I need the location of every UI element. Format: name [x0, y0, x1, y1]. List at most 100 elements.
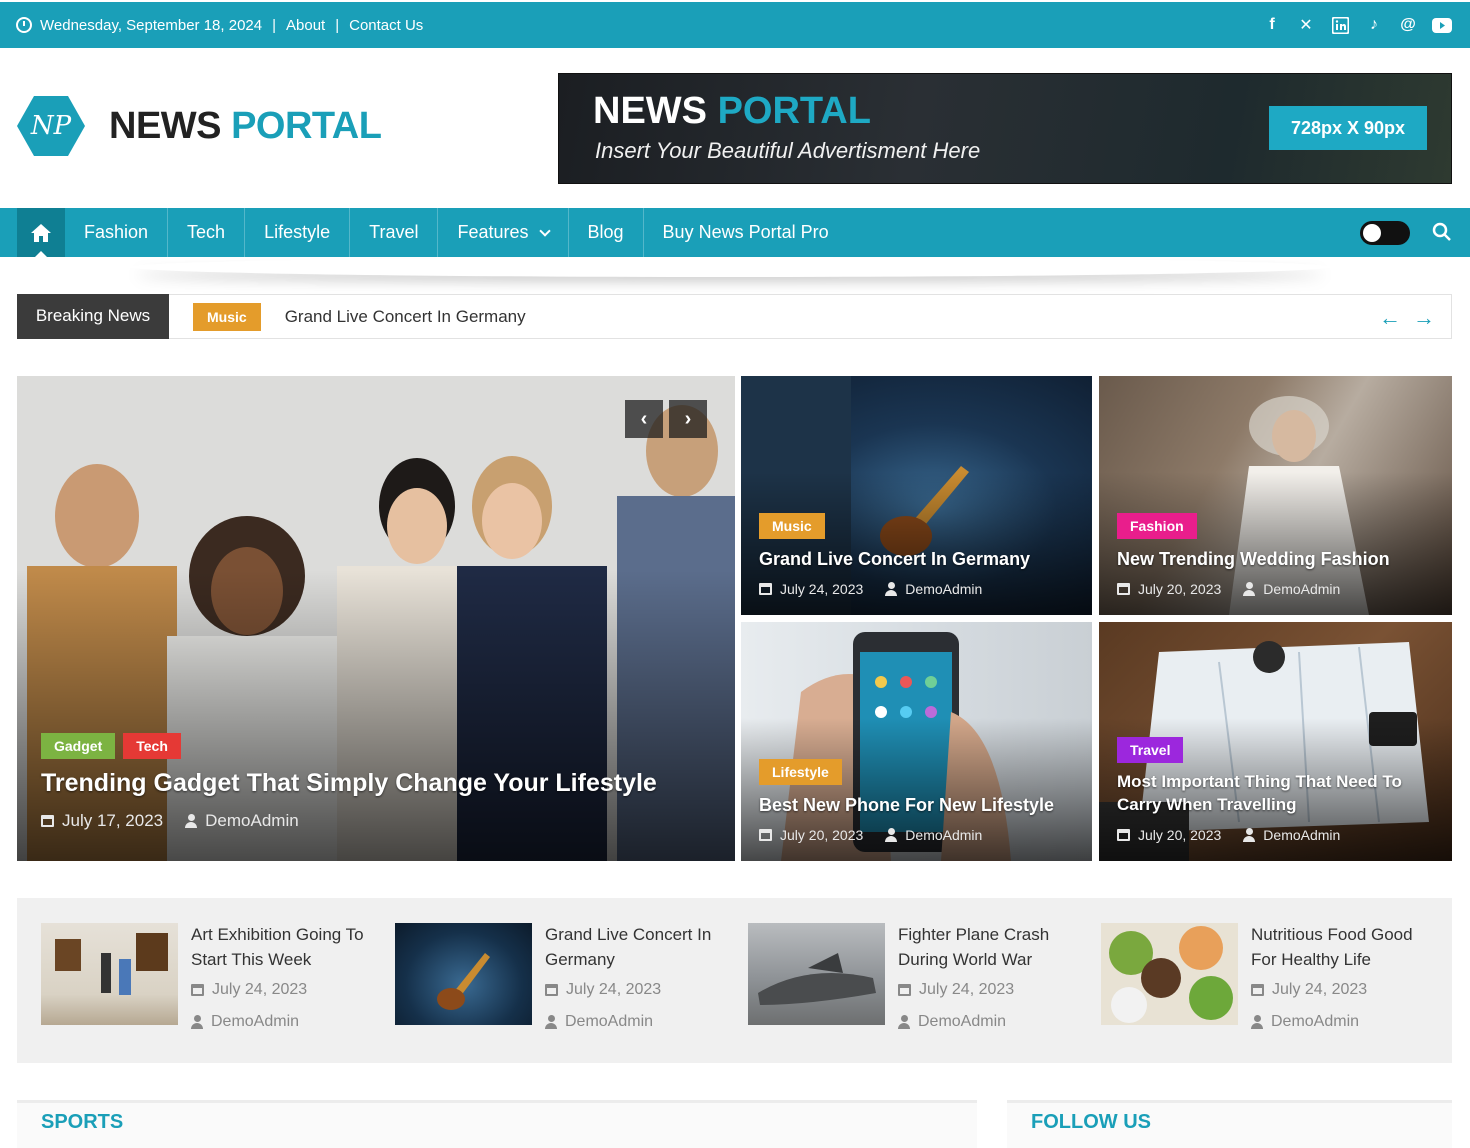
post-date: July 20, 2023 — [1138, 581, 1222, 597]
post-date: July 20, 2023 — [1138, 827, 1222, 843]
chevron-right-icon[interactable]: › — [669, 400, 707, 438]
nav-item-features[interactable]: Features — [438, 208, 569, 257]
social-links: f ✕ ♪ @ — [1262, 2, 1452, 48]
calendar-icon — [545, 984, 558, 996]
post-card[interactable]: Nutritious Food Good For Healthy Life Ju… — [1101, 923, 1431, 1033]
post-date: July 24, 2023 — [780, 581, 864, 597]
post-card[interactable]: Grand Live Concert In Germany July 24, 2… — [395, 923, 725, 1033]
tile-content: Lifestyle Best New Phone For New Lifesty… — [759, 758, 1078, 843]
post-author[interactable]: DemoAdmin — [1263, 827, 1340, 843]
ad-title: NEWS PORTAL — [593, 90, 871, 133]
post-author[interactable]: DemoAdmin — [1263, 581, 1340, 597]
post-author[interactable]: DemoAdmin — [205, 811, 299, 831]
featured-tile-travel[interactable]: Travel Most Important Thing That Need To… — [1099, 622, 1452, 861]
logo-text: NEWS PORTAL — [109, 104, 382, 148]
ad-word-2: PORTAL — [717, 90, 871, 132]
calendar-icon — [1117, 829, 1130, 841]
post-thumbnail[interactable] — [748, 923, 885, 1025]
post-title[interactable]: Grand Live Concert In Germany — [759, 547, 1078, 571]
calendar-icon — [41, 815, 54, 827]
nav-item-lifestyle[interactable]: Lifestyle — [245, 208, 351, 257]
sports-section-header: SPORTS — [17, 1100, 977, 1148]
ad-banner[interactable]: NEWS PORTAL Insert Your Beautiful Advert… — [558, 73, 1452, 184]
post-title[interactable]: Trending Gadget That Simply Change Your … — [41, 767, 721, 801]
post-author[interactable]: DemoAdmin — [211, 1013, 299, 1031]
post-title[interactable]: Most Important Thing That Need To Carry … — [1117, 771, 1438, 817]
section-title-sports[interactable]: SPORTS — [41, 1111, 123, 1134]
calendar-icon — [1117, 583, 1130, 595]
featured-main-content: Gadget Tech Trending Gadget That Simply C… — [41, 733, 721, 831]
divider: | — [335, 16, 340, 34]
dark-mode-toggle[interactable] — [1360, 221, 1410, 245]
search-icon[interactable] — [1432, 222, 1452, 242]
contact-link[interactable]: Contact Us — [349, 17, 423, 34]
tiktok-icon[interactable]: ♪ — [1364, 15, 1384, 35]
featured-tile-fashion[interactable]: Fashion New Trending Wedding Fashion Jul… — [1099, 376, 1452, 615]
nav-item-buy-pro[interactable]: Buy News Portal Pro — [644, 208, 848, 257]
category-badge-tech[interactable]: Tech — [123, 733, 181, 760]
featured-tile-lifestyle[interactable]: Lifestyle Best New Phone For New Lifesty… — [741, 622, 1092, 861]
post-title[interactable]: Fighter Plane Crash During World War — [898, 923, 1078, 972]
tile-content: Travel Most Important Thing That Need To… — [1117, 737, 1438, 843]
calendar-icon — [191, 984, 204, 996]
breaking-category[interactable]: Music — [193, 302, 261, 331]
main-nav: Fashion Tech Lifestyle Travel Features B… — [0, 208, 1470, 257]
home-button[interactable] — [17, 208, 65, 257]
category-badge-travel[interactable]: Travel — [1117, 737, 1184, 764]
user-icon — [185, 814, 198, 828]
about-link[interactable]: About — [286, 17, 325, 34]
calendar-icon — [759, 583, 772, 595]
nav-item-features-label: Features — [457, 222, 529, 242]
linkedin-icon[interactable] — [1330, 15, 1350, 35]
ad-subtitle: Insert Your Beautiful Advertisment Here — [595, 138, 981, 163]
youtube-icon[interactable] — [1432, 15, 1452, 35]
post-thumbnail[interactable] — [395, 923, 532, 1025]
recent-posts-row: Art Exhibition Going To Start This Week … — [17, 898, 1452, 1063]
threads-icon[interactable]: @ — [1398, 15, 1418, 35]
site-logo[interactable]: NP NEWS PORTAL — [17, 96, 382, 156]
post-author[interactable]: DemoAdmin — [905, 827, 982, 843]
home-icon — [31, 223, 51, 242]
category-badge-gadget[interactable]: Gadget — [41, 733, 116, 760]
breaking-news-bar: Breaking News Music Grand Live Concert I… — [17, 293, 1452, 339]
nav-item-fashion[interactable]: Fashion — [65, 208, 169, 257]
top-bar: Wednesday, September 18, 2024 | About | … — [0, 2, 1470, 48]
arrow-right-icon[interactable]: → — [1413, 305, 1435, 331]
featured-main-post[interactable]: ‹ › Gadget Tech Trending Gadget That Simp… — [17, 376, 735, 861]
post-card[interactable]: Fighter Plane Crash During World War Jul… — [748, 923, 1078, 1033]
category-badge-music[interactable]: Music — [759, 512, 825, 539]
post-title[interactable]: New Trending Wedding Fashion — [1117, 547, 1438, 571]
follow-us-section-header: FOLLOW US — [1007, 1100, 1452, 1148]
x-icon[interactable]: ✕ — [1296, 15, 1316, 35]
post-title[interactable]: Grand Live Concert In Germany — [545, 923, 725, 972]
arrow-left-icon[interactable]: ← — [1379, 305, 1401, 331]
breaking-headline[interactable]: Grand Live Concert In Germany — [285, 307, 526, 327]
featured-tile-music[interactable]: Music Grand Live Concert In Germany July… — [741, 376, 1092, 615]
post-card[interactable]: Art Exhibition Going To Start This Week … — [41, 923, 371, 1033]
chevron-left-icon[interactable]: ‹ — [625, 400, 663, 438]
logo-word-1: NEWS — [109, 104, 222, 147]
ad-word-1: NEWS — [593, 90, 707, 132]
post-date: July 24, 2023 — [566, 981, 662, 998]
nav-item-blog[interactable]: Blog — [569, 208, 644, 257]
post-author[interactable]: DemoAdmin — [905, 581, 982, 597]
facebook-icon[interactable]: f — [1262, 15, 1282, 35]
post-author[interactable]: DemoAdmin — [1271, 1013, 1359, 1031]
nav-item-tech[interactable]: Tech — [168, 208, 246, 257]
post-title[interactable]: Best New Phone For New Lifestyle — [759, 793, 1078, 817]
post-thumbnail[interactable] — [1101, 923, 1238, 1025]
slider-controls: ‹ › — [625, 400, 707, 438]
post-title[interactable]: Nutritious Food Good For Healthy Life — [1251, 923, 1431, 972]
post-date: July 17, 2023 — [62, 811, 164, 830]
post-date: July 24, 2023 — [1272, 981, 1368, 998]
post-title[interactable]: Art Exhibition Going To Start This Week — [191, 923, 371, 972]
post-author-row: DemoAdmin — [545, 1013, 653, 1031]
nav-item-travel[interactable]: Travel — [350, 208, 439, 257]
category-badge-lifestyle[interactable]: Lifestyle — [759, 758, 842, 785]
user-icon — [1251, 1015, 1263, 1029]
post-author[interactable]: DemoAdmin — [918, 1013, 1006, 1031]
post-thumbnail[interactable] — [41, 923, 178, 1025]
category-badge-fashion[interactable]: Fashion — [1117, 512, 1197, 539]
calendar-icon — [898, 984, 911, 996]
post-author[interactable]: DemoAdmin — [565, 1013, 653, 1031]
